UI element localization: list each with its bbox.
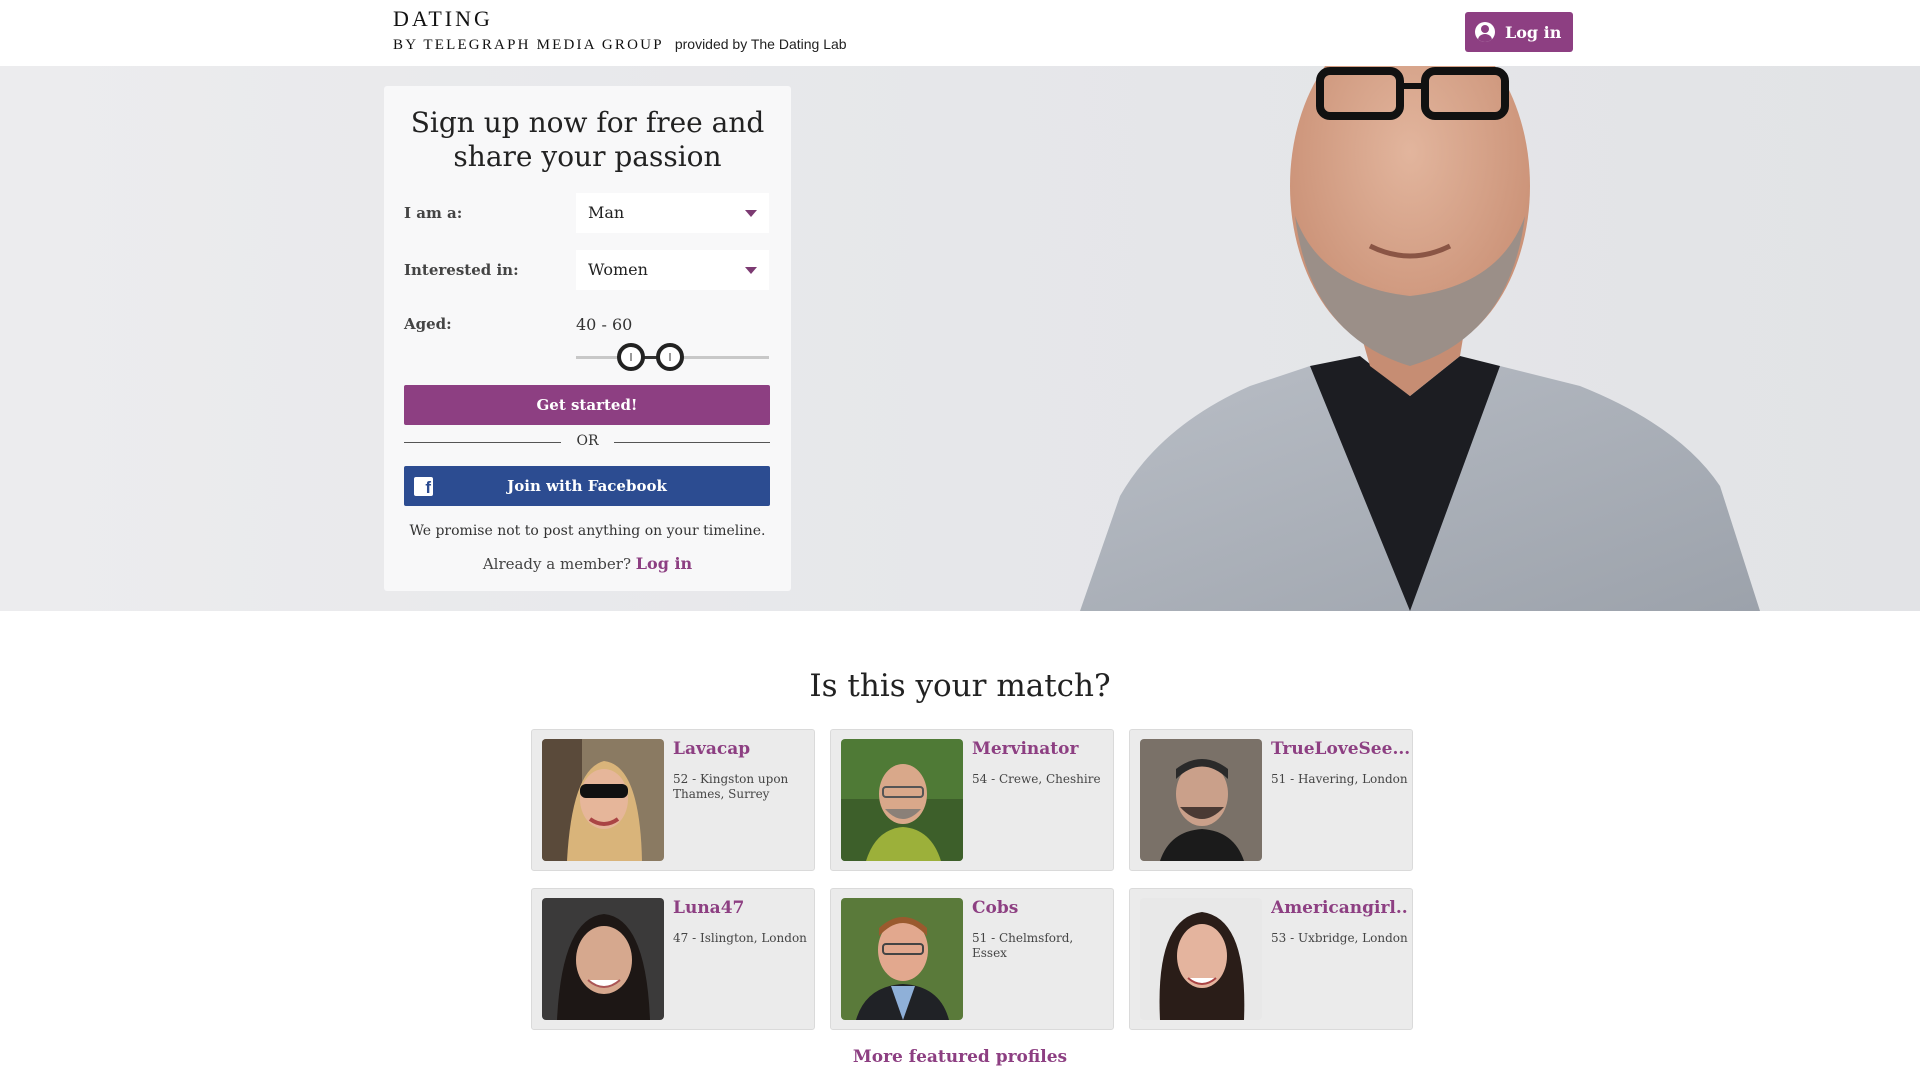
interested-label: Interested in:	[404, 261, 519, 279]
aged-label: Aged:	[404, 315, 452, 333]
profile-card[interactable]: Lavacap 52 - Kingston upon Thames, Surre…	[531, 729, 815, 871]
already-member-row: Already a member? Log in	[384, 554, 791, 573]
iam-select-value: Man	[588, 203, 625, 222]
profile-card[interactable]: TrueLoveSee... 51 - Havering, London	[1129, 729, 1413, 871]
facebook-icon: f	[414, 477, 433, 496]
profile-info: 51 - Chelmsford, Essex	[972, 931, 1074, 960]
profile-photo	[542, 739, 664, 861]
profile-card[interactable]: Luna47 47 - Islington, London	[531, 888, 815, 1030]
age-slider-max-handle[interactable]	[656, 343, 684, 371]
chevron-down-icon	[745, 267, 757, 274]
user-icon	[1475, 22, 1495, 42]
profile-photo	[542, 898, 664, 1020]
signup-title: Sign up now for free and share your pass…	[384, 106, 791, 174]
iam-label: I am a:	[404, 204, 463, 222]
header-login-button[interactable]: Log in	[1465, 12, 1573, 52]
already-member-text: Already a member?	[482, 555, 632, 573]
profile-info: 54 - Crewe, Cheshire	[972, 772, 1101, 786]
get-started-button[interactable]: Get started!	[404, 385, 770, 425]
age-range-value: 40 - 60	[576, 315, 633, 334]
age-slider-min-handle[interactable]	[617, 343, 645, 371]
profile-grid: Lavacap 52 - Kingston upon Thames, Surre…	[531, 729, 1413, 1030]
profile-info: 52 - Kingston upon Thames, Surrey	[673, 772, 789, 801]
profile-info: 51 - Havering, London	[1271, 772, 1408, 786]
profile-name: Luna47	[673, 898, 745, 918]
profile-card[interactable]: Mervinator 54 - Crewe, Cheshire	[830, 729, 1114, 871]
profile-photo	[1140, 739, 1262, 861]
profile-card[interactable]: Americangirl... 53 - Uxbridge, London	[1129, 888, 1413, 1030]
facebook-promise-text: We promise not to post anything on your …	[409, 523, 766, 539]
match-section-title: Is this your match?	[809, 668, 1111, 704]
header-login-label: Log in	[1505, 22, 1562, 42]
interested-select-value: Women	[588, 260, 648, 279]
hero-man-photo	[1080, 66, 1760, 611]
brand-logo[interactable]: DATING BY TELEGRAPH MEDIA GROUP provided…	[393, 6, 847, 54]
hero-banner: Sign up now for free and share your pass…	[0, 66, 1920, 611]
or-label: OR	[576, 433, 599, 449]
more-featured-profiles-link[interactable]: More featured profiles	[0, 1047, 1920, 1067]
profile-name: Mervinator	[972, 739, 1079, 759]
profile-name: Americangirl...	[1271, 898, 1409, 918]
profile-name: TrueLoveSee...	[1271, 739, 1409, 759]
iam-select[interactable]: Man	[576, 193, 769, 233]
site-header: DATING BY TELEGRAPH MEDIA GROUP provided…	[0, 0, 1920, 66]
profile-info: 53 - Uxbridge, London	[1271, 931, 1408, 945]
profile-photo	[1140, 898, 1262, 1020]
profile-card[interactable]: Cobs 51 - Chelmsford, Essex	[830, 888, 1114, 1030]
brand-title: DATING	[393, 6, 493, 31]
profile-info: 47 - Islington, London	[673, 931, 807, 945]
profile-photo	[841, 739, 963, 861]
chevron-down-icon	[745, 210, 757, 217]
brand-provided-by: provided by The Dating Lab	[674, 36, 847, 52]
card-login-link[interactable]: Log in	[636, 554, 692, 573]
profile-name: Lavacap	[673, 739, 751, 759]
profile-photo	[841, 898, 963, 1020]
facebook-button-label: Join with Facebook	[507, 477, 667, 495]
signup-title-line2: share your passion	[453, 140, 722, 173]
signup-title-line1: Sign up now for free and	[410, 106, 765, 139]
brand-subtitle: BY TELEGRAPH MEDIA GROUP	[393, 37, 664, 53]
signup-card: Sign up now for free and share your pass…	[384, 86, 791, 591]
join-with-facebook-button[interactable]: f Join with Facebook	[404, 466, 770, 506]
interested-select[interactable]: Women	[576, 250, 769, 290]
profile-name: Cobs	[972, 898, 1019, 918]
